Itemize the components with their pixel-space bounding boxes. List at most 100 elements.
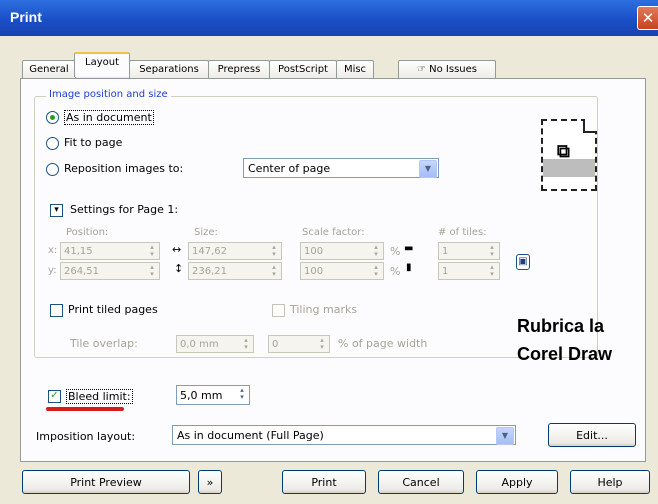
vertical-tile-icon: ▮ — [406, 262, 412, 273]
size-h-value: 236,21 — [192, 266, 227, 277]
radio-as-in-document[interactable] — [46, 111, 59, 124]
position-y-value: 264,51 — [64, 266, 99, 277]
bleed-limit-label: Bleed limit: — [66, 389, 133, 404]
scale-header: Scale factor: — [302, 227, 365, 238]
radio-fit-to-page[interactable] — [46, 137, 59, 150]
spin-icon: ▴ ▾ — [272, 243, 276, 258]
size-header: Size: — [194, 227, 218, 238]
size-w-field: 147,62 ▴ ▾ — [188, 242, 282, 260]
tab-label: General — [29, 64, 69, 75]
percent-y-label: % — [390, 265, 401, 278]
radio-reposition[interactable] — [46, 163, 59, 176]
print-tiled-checkbox[interactable] — [50, 304, 63, 317]
print-button[interactable]: Print — [282, 470, 366, 494]
tiles-header: # of tiles: — [438, 227, 487, 238]
tiling-marks-label: Tiling marks — [290, 303, 358, 316]
settings-label: Settings for Page 1: — [70, 203, 179, 216]
tiling-marks-checkbox[interactable] — [272, 304, 285, 317]
height-arrow-icon: ↕ — [174, 262, 184, 275]
tiles-y-field: 1 ▴ ▾ — [438, 262, 500, 280]
imposition-label: Imposition layout: — [36, 430, 136, 443]
print-tiled-label: Print tiled pages — [68, 303, 158, 316]
watermark-line-2: Corel Draw — [517, 344, 613, 364]
tab-label: No Issues — [429, 64, 477, 75]
tab-separations[interactable]: Separations — [129, 60, 209, 79]
spin-icon: ▴ ▾ — [374, 243, 378, 258]
group-label: Image position and size — [46, 89, 171, 100]
tiles-x-value: 1 — [442, 246, 449, 257]
spin-icon: ▴ ▾ — [272, 263, 276, 278]
page-fold — [583, 119, 597, 133]
radio-label-as-in-document: As in document — [64, 110, 154, 125]
tab-label: PostScript — [278, 64, 328, 75]
apply-button[interactable]: Apply — [476, 470, 558, 494]
tab-label: Layout — [85, 57, 119, 68]
horizontal-tile-icon: ▬ — [404, 243, 414, 254]
scale-y-field: 100 ▴ ▾ — [300, 262, 384, 280]
percent-x-label: % — [390, 245, 401, 258]
tab-no-issues[interactable]: ☞ No Issues — [398, 60, 496, 79]
position-header: Position: — [66, 227, 109, 238]
spin-icon[interactable]: ▴ ▾ — [236, 387, 248, 401]
tile-overlap-pct-value: 0 — [272, 339, 279, 350]
print-preview-button[interactable]: Print Preview — [22, 470, 190, 494]
tab-label: Separations — [139, 64, 199, 75]
chevron-down-icon: ▼ — [419, 160, 437, 178]
tab-postscript[interactable]: PostScript — [269, 60, 337, 79]
spin-icon: ▴ ▾ — [490, 263, 494, 278]
tile-overlap-value: 0,0 mm — [180, 339, 219, 350]
position-y-field: 264,51 ▴ ▾ — [60, 262, 160, 280]
spin-icon: ▴ ▾ — [374, 263, 378, 278]
spin-icon: ▴ ▾ — [150, 263, 154, 278]
red-underline — [46, 407, 124, 411]
y-label: y: — [48, 265, 57, 276]
cancel-button[interactable]: Cancel — [378, 470, 464, 494]
tab-layout[interactable]: Layout — [74, 52, 130, 77]
radio-label-reposition: Reposition images to: — [64, 162, 184, 175]
bleed-limit-value: 5,0 mm — [180, 389, 223, 402]
position-x-value: 41,15 — [64, 246, 93, 257]
page-symbol: ⧉ — [557, 141, 570, 162]
size-h-field: 236,21 ▴ ▾ — [188, 262, 282, 280]
reposition-value: Center of page — [248, 162, 331, 175]
spin-icon: ▴ ▾ — [244, 336, 248, 351]
tiles-y-value: 1 — [442, 266, 449, 277]
no-issues-icon: ☞ — [416, 64, 426, 75]
tile-overlap-field: 0,0 mm ▴ ▾ — [176, 335, 254, 353]
size-w-value: 147,62 — [192, 246, 227, 257]
tile-overlap-pct-field: 0 ▴ ▾ — [268, 335, 330, 353]
bleed-limit-checkbox[interactable]: ✓ — [48, 390, 61, 403]
imposition-value: As in document (Full Page) — [177, 429, 324, 442]
tile-overlap-label: Tile overlap: — [70, 337, 138, 350]
help-button[interactable]: Help — [570, 470, 650, 494]
window-title: Print — [10, 9, 42, 25]
spin-icon: ▴ ▾ — [150, 243, 154, 258]
tab-label: Misc — [343, 64, 367, 75]
width-arrow-icon: ↔ — [172, 243, 182, 256]
close-icon[interactable]: ✕ — [637, 6, 658, 30]
tab-label: Prepress — [217, 64, 261, 75]
scale-x-value: 100 — [304, 246, 324, 257]
tab-misc[interactable]: Misc — [336, 60, 374, 79]
scale-x-field: 100 ▴ ▾ — [300, 242, 384, 260]
radio-label-fit-to-page: Fit to page — [64, 136, 123, 149]
reposition-select[interactable]: Center of page ▼ — [243, 158, 439, 178]
tiles-x-field: 1 ▴ ▾ — [438, 242, 500, 260]
print-dialog: Print ✕ General Layout Separations Prepr… — [0, 0, 658, 504]
tab-prepress[interactable]: Prepress — [208, 60, 270, 79]
lock-icon[interactable]: ▣ — [516, 254, 530, 270]
pct-of-width-label: % of page width — [338, 337, 428, 350]
chevron-down-icon: ▼ — [496, 427, 514, 445]
bleed-limit-field[interactable]: 5,0 mm ▴ ▾ — [176, 385, 250, 405]
scale-y-value: 100 — [304, 266, 324, 277]
settings-expand-icon[interactable]: ▾ — [50, 204, 63, 217]
spin-icon: ▴ ▾ — [490, 243, 494, 258]
title-bar: Print ✕ — [0, 0, 658, 36]
x-label: x: — [48, 245, 58, 256]
edit-button[interactable]: Edit... — [548, 423, 636, 447]
tab-general[interactable]: General — [22, 60, 76, 79]
double-arrow-icon[interactable]: » — [198, 470, 222, 494]
imposition-select[interactable]: As in document (Full Page) ▼ — [172, 425, 516, 445]
page-preview-icon: ⧉ — [541, 119, 597, 191]
position-x-field: 41,15 ▴ ▾ — [60, 242, 160, 260]
